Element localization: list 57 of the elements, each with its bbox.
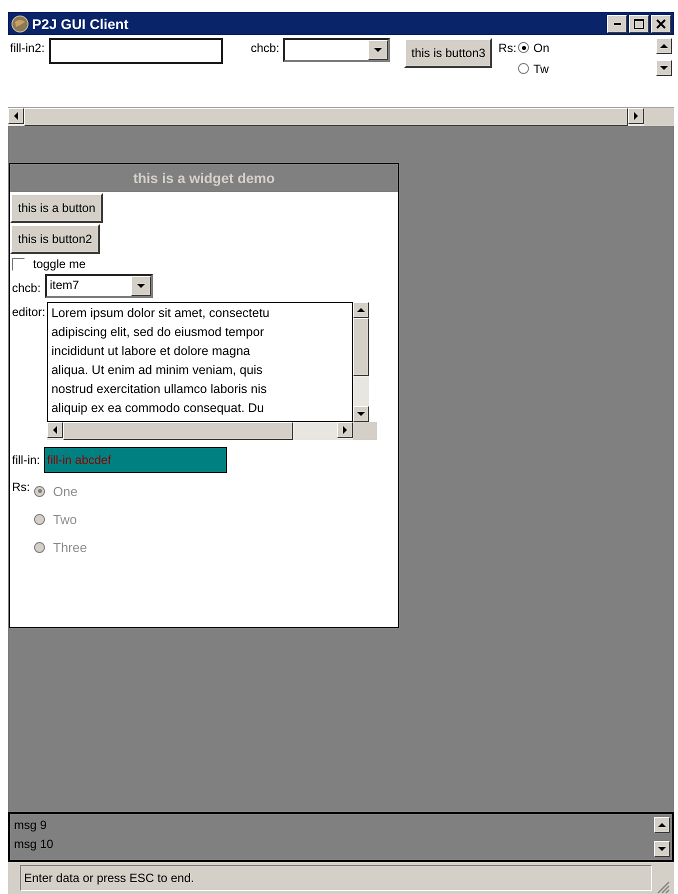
dialog-title: this is a widget demo: [10, 164, 398, 192]
radio-option-label: Tw: [533, 62, 549, 76]
editor-label: editor:: [11, 304, 46, 321]
left-arrow-icon: [14, 112, 18, 120]
push-button[interactable]: this is button3: [404, 38, 492, 68]
window-title: P2J GUI Client: [32, 16, 130, 32]
field-label: fill-in2:: [9, 40, 46, 55]
up-arrow-icon: [357, 308, 366, 312]
scrollbar-thumb[interactable]: [353, 318, 370, 376]
right-arrow-icon: [634, 112, 638, 120]
scrollbar-corner: [644, 108, 674, 126]
push-button[interactable]: this is a button: [10, 193, 104, 223]
scrollbar-corner: [353, 422, 378, 440]
minimize-icon: [614, 22, 620, 24]
combo-label: chcb:: [250, 40, 280, 55]
right-arrow-icon: [342, 426, 348, 434]
checkbox-label: toggle me: [33, 257, 86, 271]
radio-option-label: One: [53, 484, 78, 498]
text-editor[interactable]: Lorem ipsum dolor sit amet, consectetu adipiscing elit, sed do eiusmod tempor incididunt ut labore et dolore magna aliqua. Ut enim ad minim veniam, quis nostrud exercitation ullamco laboris nis aliquip ex ea commodo consequat. Du: [47, 302, 354, 422]
vertical-scrollbar[interactable]: [353, 302, 370, 422]
minimize-button[interactable]: [607, 14, 627, 32]
scroll-up-button[interactable]: [654, 817, 670, 833]
scroll-up-button[interactable]: [656, 38, 672, 54]
down-arrow-icon: [658, 846, 666, 852]
down-arrow-icon: [660, 66, 668, 70]
combo-box[interactable]: [283, 38, 390, 62]
radio-label: Rs:: [11, 479, 31, 496]
maximize-icon: [634, 18, 644, 28]
message-line: msg 10: [14, 836, 54, 853]
radio-option-label: On: [533, 40, 550, 54]
scroll-down-button[interactable]: [656, 60, 672, 76]
combo-label: chcb:: [11, 280, 42, 294]
maximize-button[interactable]: [629, 14, 649, 32]
up-arrow-icon: [658, 822, 666, 828]
down-arrow-icon: [136, 284, 145, 288]
close-button[interactable]: [651, 14, 671, 32]
combo-box[interactable]: item7: [44, 274, 153, 298]
globe-icon: [11, 14, 29, 32]
down-arrow-icon: [357, 412, 366, 416]
left-arrow-icon: [52, 426, 58, 434]
close-icon: [656, 18, 666, 28]
radio-option-label: Two: [53, 512, 77, 526]
status-bar: Enter data or press ESC to end.: [20, 865, 652, 891]
message-line: msg 9: [14, 817, 48, 834]
radio-option-label: Three: [53, 540, 87, 554]
field-label: fill-in:: [11, 452, 42, 466]
radio-label: Rs:: [497, 40, 518, 55]
horizontal-scrollbar[interactable]: [47, 422, 378, 440]
input-field[interactable]: [48, 38, 223, 64]
scrollbar-thumb[interactable]: [63, 422, 294, 440]
down-arrow-icon: [374, 48, 382, 52]
resize-grip-icon[interactable]: [656, 880, 670, 894]
up-arrow-icon: [660, 44, 668, 48]
scroll-down-button[interactable]: [654, 841, 670, 857]
radio-button[interactable]: [518, 63, 530, 74]
radio-button[interactable]: [518, 42, 530, 53]
push-button[interactable]: this is button2: [10, 224, 100, 254]
